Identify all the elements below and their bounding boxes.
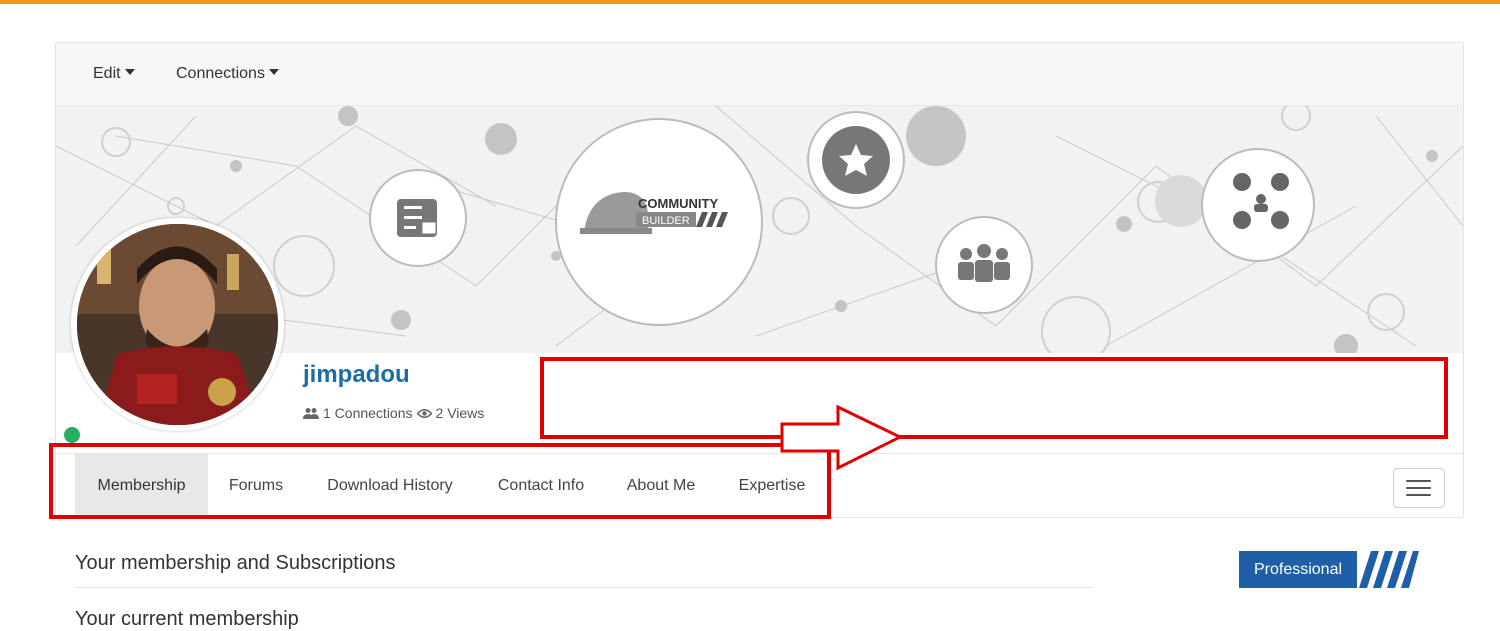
tab-forums[interactable]: Forums xyxy=(208,454,304,517)
top-accent-bar xyxy=(0,0,1500,4)
social-network-icon xyxy=(1201,148,1315,262)
tab-about-me[interactable]: About Me xyxy=(606,454,716,517)
membership-section-title: Your membership and Subscriptions xyxy=(75,552,396,574)
profile-username[interactable]: jimpadou xyxy=(303,361,410,389)
community-builder-logo: COMMUNITY BUILDER xyxy=(555,118,763,326)
badge-stripes-icon xyxy=(1359,551,1419,588)
logo-text-community: COMMUNITY xyxy=(638,196,718,211)
menu-toggle-button[interactable] xyxy=(1393,468,1445,508)
connections-menu[interactable]: Connections xyxy=(176,65,279,83)
tab-download-history[interactable]: Download History xyxy=(304,454,476,517)
edit-menu[interactable]: Edit xyxy=(93,65,135,83)
tab-contact-info[interactable]: Contact Info xyxy=(476,454,606,517)
profile-menubar: Edit Connections xyxy=(56,43,1463,106)
connections-count[interactable]: 1 Connections xyxy=(323,405,413,421)
profile-card: Edit Connections COMMUNITY BUILDER jimpa… xyxy=(55,42,1464,518)
badge-label: Professional xyxy=(1239,551,1357,588)
connections-menu-label: Connections xyxy=(176,65,265,82)
profile-stats: 1 Connections 2 Views xyxy=(303,405,484,421)
caret-down-icon xyxy=(124,68,135,75)
hamburger-icon xyxy=(1406,480,1431,482)
caret-down-icon xyxy=(268,68,279,75)
star-badge-icon xyxy=(807,111,905,209)
edit-menu-label: Edit xyxy=(93,65,121,82)
tab-membership[interactable]: Membership xyxy=(75,454,208,517)
professional-badge: Professional xyxy=(1239,551,1419,588)
users-icon xyxy=(303,407,319,419)
checklist-icon xyxy=(369,169,467,267)
eye-icon xyxy=(416,408,432,418)
logo-text-builder: BUILDER xyxy=(642,215,690,227)
profile-avatar[interactable] xyxy=(71,218,284,431)
current-membership-heading: Your current membership xyxy=(75,608,299,630)
avatar-photo xyxy=(77,224,278,425)
team-icon xyxy=(935,216,1033,314)
tab-expertise[interactable]: Expertise xyxy=(716,454,828,517)
online-status-indicator xyxy=(64,427,80,443)
section-divider xyxy=(75,587,1093,588)
views-count: 2 Views xyxy=(435,405,485,421)
profile-tabs: Membership Forums Download History Conta… xyxy=(56,453,1463,517)
